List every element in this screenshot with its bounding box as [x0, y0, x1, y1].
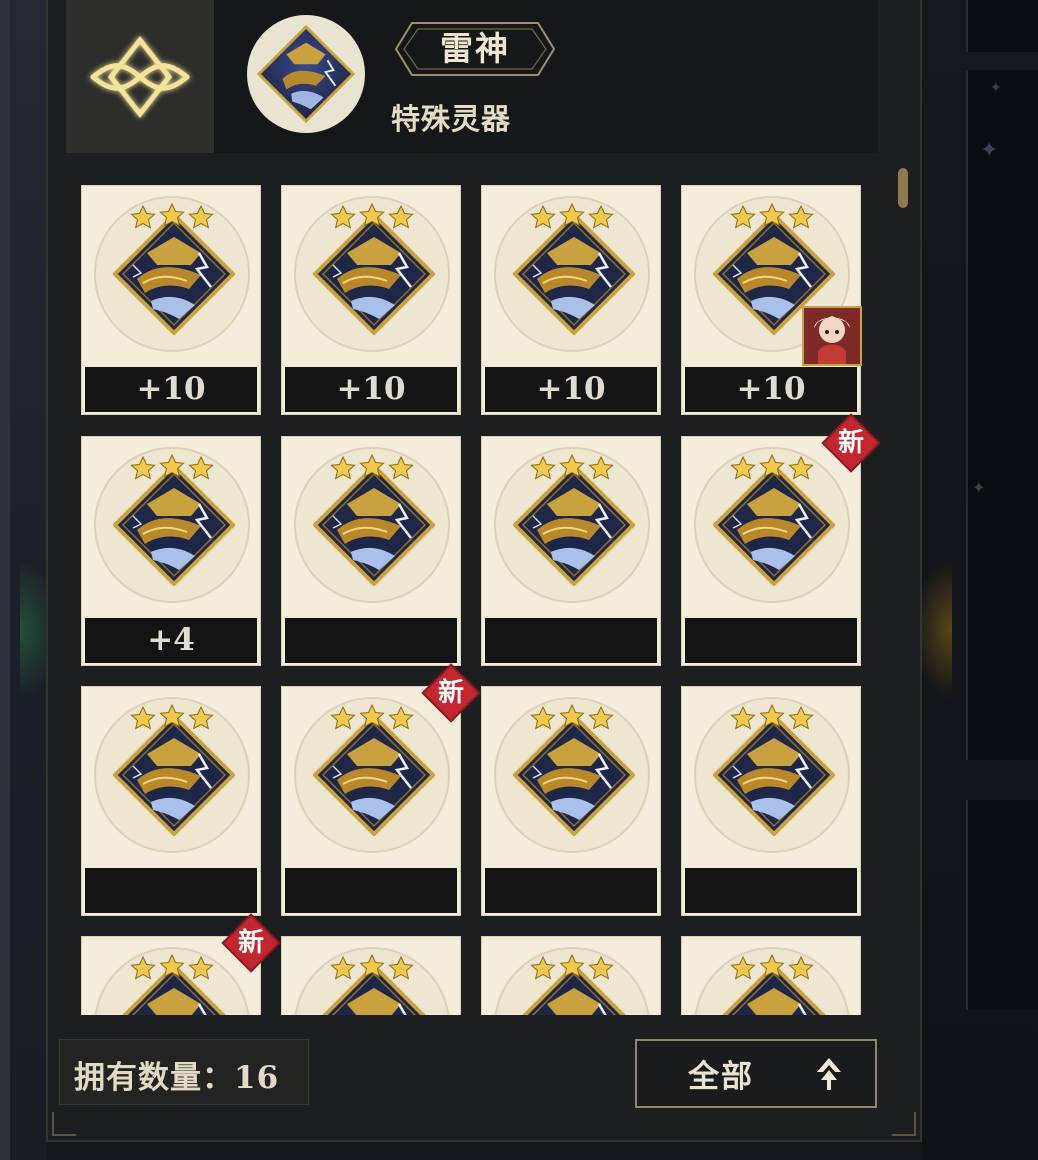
back-button[interactable] — [66, 0, 214, 153]
enhance-level-label — [285, 868, 457, 913]
equipped-character-icon — [802, 306, 862, 366]
rarity-stars-icon — [330, 703, 414, 730]
item-card[interactable] — [681, 686, 861, 916]
rarity-stars-icon — [730, 953, 814, 980]
new-badge: 新 — [824, 416, 878, 470]
rarity-stars-icon — [330, 453, 414, 480]
rarity-stars-icon — [530, 703, 614, 730]
enhance-level-label — [85, 868, 257, 913]
item-card[interactable] — [81, 686, 261, 916]
enhance-level-label: +10 — [85, 367, 257, 412]
item-card[interactable] — [481, 686, 661, 916]
enhance-level-label — [485, 868, 657, 913]
rarity-stars-icon — [130, 953, 214, 980]
new-badge: 新 — [424, 666, 478, 720]
rarity-stars-icon — [730, 453, 814, 480]
item-card[interactable]: +10 — [281, 185, 461, 415]
enhance-level-label — [485, 618, 657, 663]
enhance-level-label — [285, 618, 457, 663]
ornate-diamond-emblem-icon — [90, 35, 190, 118]
scroll-thumb[interactable] — [898, 168, 908, 208]
thunder-god-portrait-icon — [257, 25, 355, 123]
new-badge-label: 新 — [837, 428, 864, 458]
rarity-stars-icon — [730, 703, 814, 730]
item-card[interactable]: +10 — [481, 185, 661, 415]
item-grid[interactable]: +10 +10 +10 +10 +4 新 新 新 — [66, 168, 882, 1015]
filter-label: 全部 — [688, 1059, 754, 1095]
enhance-level-label: +10 — [485, 367, 657, 412]
rarity-stars-icon — [130, 453, 214, 480]
new-badge-label: 新 — [237, 928, 264, 958]
enhance-level-label: +10 — [685, 367, 857, 412]
item-card[interactable] — [281, 936, 461, 1015]
sparkle-icon: ✦ — [980, 138, 999, 163]
rarity-stars-icon — [530, 453, 614, 480]
grid-scrollbar[interactable] — [898, 168, 910, 1013]
item-card[interactable] — [281, 686, 461, 916]
item-subtitle: 特殊灵器 — [391, 102, 512, 136]
sparkle-icon: ✦ — [990, 80, 1002, 96]
item-card[interactable]: +10 — [81, 185, 261, 415]
rarity-stars-icon — [730, 202, 814, 229]
owned-count-label: 拥有数量：16 — [74, 1060, 280, 1096]
item-card[interactable] — [481, 936, 661, 1015]
item-card[interactable]: +4 — [81, 436, 261, 666]
rarity-stars-icon — [130, 703, 214, 730]
item-card[interactable] — [681, 936, 861, 1015]
thunder-god-portrait — [247, 15, 365, 133]
enhance-level-label — [685, 618, 857, 663]
rarity-stars-icon — [530, 202, 614, 229]
rarity-stars-icon — [330, 953, 414, 980]
enhance-level-label: +10 — [285, 367, 457, 412]
enhance-level-label — [685, 868, 857, 913]
rarity-stars-icon — [130, 202, 214, 229]
item-card[interactable] — [281, 436, 461, 666]
item-title: 雷神 — [440, 29, 510, 68]
chevron-up-icon — [817, 1058, 841, 1090]
item-card[interactable] — [681, 436, 861, 666]
item-card[interactable]: +10 — [681, 185, 862, 415]
sparkle-icon: ✦ — [972, 478, 986, 497]
item-card[interactable] — [481, 436, 661, 666]
enhance-level-label: +4 — [85, 618, 257, 663]
rarity-stars-icon — [330, 202, 414, 229]
new-badge-label: 新 — [437, 678, 464, 708]
new-badge: 新 — [224, 916, 278, 970]
rarity-stars-icon — [530, 953, 614, 980]
